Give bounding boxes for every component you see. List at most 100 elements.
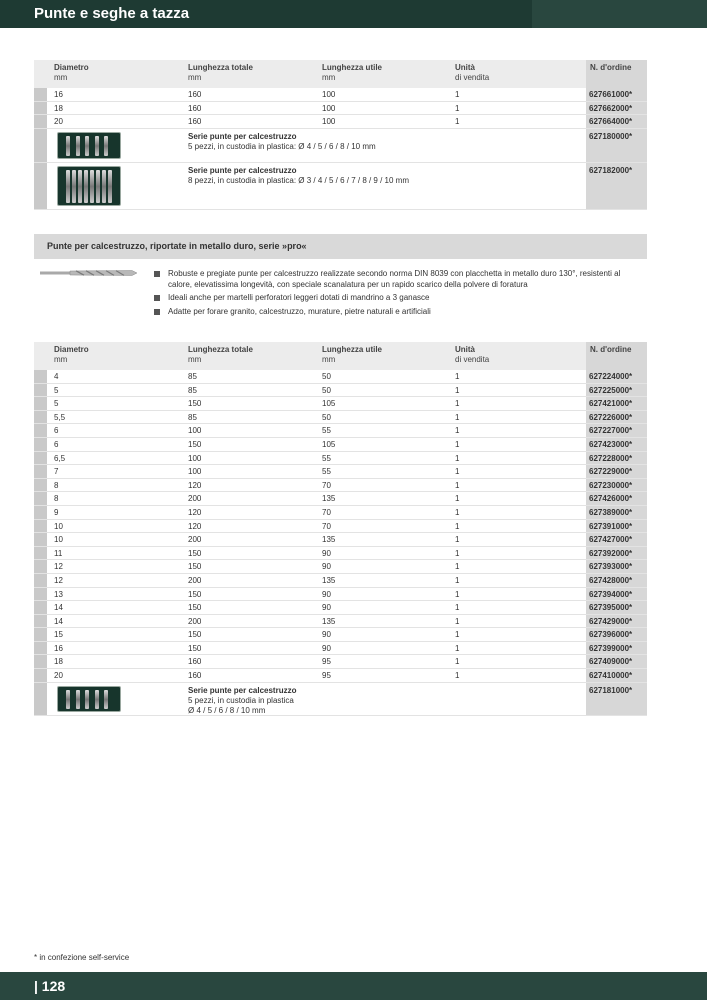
cell-lunghezza-totale: 150: [188, 439, 202, 449]
cell-ordine: 627428000*: [586, 573, 647, 587]
cell-lunghezza-utile: 135: [322, 494, 336, 504]
cell-lunghezza-totale: 100: [188, 426, 202, 436]
bullet-square-icon: [154, 295, 160, 301]
table-row: 5,5 85 50 1 627226000*: [34, 410, 647, 425]
cell-diametro: 6: [54, 426, 59, 436]
cell-unita: 1: [455, 643, 460, 653]
cell-lunghezza-utile: 95: [322, 657, 331, 667]
row-marker: [34, 587, 47, 601]
cell-diametro: 18: [54, 657, 63, 667]
cell-diametro: 11: [54, 548, 63, 558]
cell-ordine: 627227000*: [586, 424, 647, 437]
feature-list: Robuste e pregiate punte per calcestruzz…: [154, 269, 644, 320]
cell-unita: 1: [455, 372, 460, 381]
cell-ordine: 627180000*: [586, 128, 647, 162]
cell-ordine: 627399000*: [586, 641, 647, 655]
table-row: 12 150 90 1 627393000*: [34, 560, 647, 574]
row-marker: [34, 492, 47, 505]
feature-item: Ideali anche per martelli perforatori le…: [154, 293, 644, 304]
cell-unita: 1: [455, 562, 460, 572]
table-row: 18 160 100 1 627662000*: [34, 101, 647, 116]
footnote: * in confezione self-service: [34, 953, 130, 962]
col-lunghezza-utile-unit: mm: [322, 73, 336, 82]
cell-lunghezza-totale: 160: [188, 103, 202, 113]
row-marker: [34, 682, 47, 715]
cell-unita: 1: [455, 494, 460, 504]
table-row: 6 150 105 1 627423000*: [34, 437, 647, 452]
row-marker: [34, 573, 47, 587]
cell-lunghezza-totale: 200: [188, 616, 202, 626]
cell-ordine: 627389000*: [586, 505, 647, 519]
cell-lunghezza-totale: 160: [188, 90, 202, 99]
cell-ordine: 627661000*: [586, 88, 647, 101]
cell-unita: 1: [455, 657, 460, 667]
cell-lunghezza-totale: 150: [188, 630, 202, 640]
cell-diametro: 14: [54, 616, 63, 626]
bullet-square-icon: [154, 308, 160, 315]
table-header: Diametro mm Lunghezza totale mm Lunghezza …: [34, 60, 647, 88]
col-unita: Unità: [455, 63, 475, 72]
table-row: 14 200 135 1 627429000*: [34, 614, 647, 629]
cell-diametro: 4: [54, 372, 59, 381]
cell-ordine: 627662000*: [586, 101, 647, 115]
cell-lunghezza-totale: 200: [188, 535, 202, 545]
row-marker: [34, 628, 47, 641]
cell-diametro: 5: [54, 399, 59, 409]
section-title-bar: Punte per calcestruzzo, riportate in met…: [34, 234, 647, 259]
cell-ordine: 627409000*: [586, 655, 647, 669]
cell-ordine: 627426000*: [586, 492, 647, 505]
cell-lunghezza-totale: 150: [188, 548, 202, 558]
col-lunghezza-totale: Lunghezza totale: [188, 345, 253, 354]
drill-bit-icon: [72, 169, 76, 203]
cell-diametro: 20: [54, 117, 63, 127]
set-detail: 5 pezzi, in custodia in plastica: Ø 4 / …: [188, 141, 376, 151]
col-ordine-cell: N. d'ordine: [586, 60, 647, 88]
cell-lunghezza-totale: 85: [188, 372, 197, 381]
cell-lunghezza-utile: 55: [322, 467, 331, 477]
cell-ordine: 627391000*: [586, 519, 647, 533]
cell-diametro: 7: [54, 467, 59, 477]
table-row: 5 85 50 1 627225000*: [34, 383, 647, 398]
col-diametro-unit: mm: [54, 73, 68, 82]
cell-diametro: 5,5: [54, 412, 66, 422]
cell-lunghezza-totale: 150: [188, 589, 202, 599]
cell-lunghezza-totale: 160: [188, 117, 202, 127]
set-description: Serie punte per calcestruzzo 5 pezzi, in …: [188, 686, 296, 716]
cell-lunghezza-totale: 160: [188, 657, 202, 667]
cell-diametro: 12: [54, 562, 63, 572]
cell-ordine: 627393000*: [586, 560, 647, 573]
drill-set-case-image: [57, 685, 121, 712]
cell-ordine: 627225000*: [586, 383, 647, 397]
cell-lunghezza-utile: 100: [322, 103, 336, 113]
col-lunghezza-utile: Lunghezza utile: [322, 63, 382, 72]
cell-lunghezza-utile: 90: [322, 603, 331, 613]
row-marker: [34, 478, 47, 492]
cell-lunghezza-utile: 105: [322, 439, 336, 449]
row-marker: [34, 370, 47, 383]
cell-unita: 1: [455, 399, 460, 409]
drill-bit-image: [40, 270, 138, 276]
cell-diametro: 5: [54, 385, 59, 395]
cell-lunghezza-utile: 70: [322, 521, 331, 531]
cell-diametro: 8: [54, 494, 59, 504]
cell-lunghezza-utile: 100: [322, 117, 336, 127]
col-ordine: N. d'ordine: [590, 345, 632, 354]
feature-item: Adatte per forare granito, calcestruzzo,…: [154, 307, 644, 318]
table-row: 10 120 70 1 627391000*: [34, 519, 647, 534]
drill-bit-icon: [66, 169, 70, 203]
row-marker: [34, 410, 47, 424]
col-unita: Unità: [455, 345, 475, 354]
row-marker: [34, 465, 47, 478]
bullet-square-icon: [154, 271, 160, 277]
cell-diametro: 13: [54, 589, 63, 599]
table-row: 8 200 135 1 627426000*: [34, 492, 647, 506]
table-row: 12 200 135 1 627428000*: [34, 573, 647, 588]
col-lunghezza-totale-unit: mm: [188, 73, 202, 82]
cell-unita: 1: [455, 426, 460, 436]
cell-lunghezza-utile: 90: [322, 589, 331, 599]
table-row: 11 150 90 1 627392000*: [34, 546, 647, 561]
cell-ordine: 627224000*: [586, 370, 647, 383]
cell-ordine: 627230000*: [586, 478, 647, 492]
cell-ordine: 627181000*: [586, 682, 647, 715]
cell-lunghezza-utile: 70: [322, 480, 331, 490]
